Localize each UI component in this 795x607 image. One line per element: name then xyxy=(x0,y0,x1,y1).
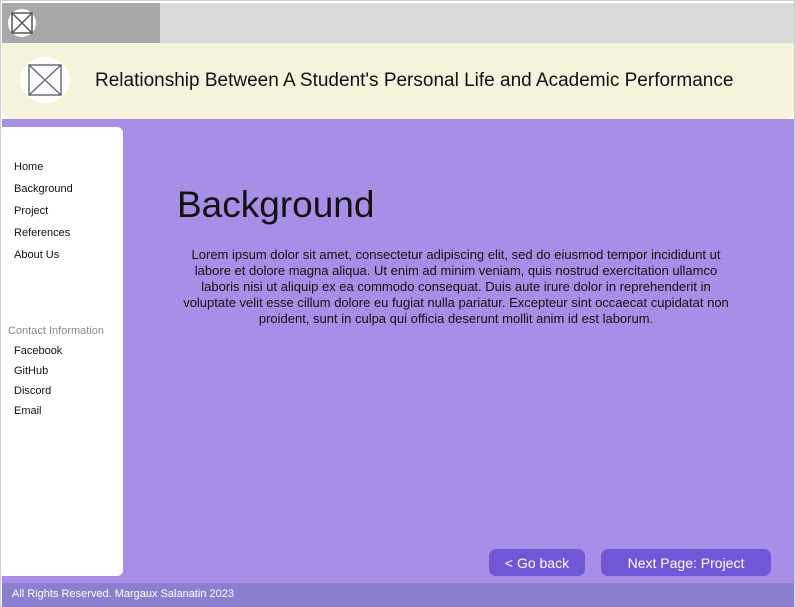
contact-item-email[interactable]: Email xyxy=(14,405,42,417)
body-text: Lorem ipsum dolor sit amet, consectetur … xyxy=(183,247,729,326)
page-title: Background xyxy=(177,184,375,225)
contact-item-github[interactable]: GitHub xyxy=(14,365,48,377)
footer: All Rights Reserved. Margaux Salanatin 2… xyxy=(2,583,794,607)
contact-item-facebook[interactable]: Facebook xyxy=(14,345,62,357)
nav-item-home[interactable]: Home xyxy=(14,161,43,173)
footer-text: All Rights Reserved. Margaux Salanatin 2… xyxy=(12,588,234,600)
site-header: Relationship Between A Student's Persona… xyxy=(2,43,794,119)
site-title: Relationship Between A Student's Persona… xyxy=(95,70,734,91)
nav-item-references[interactable]: References xyxy=(14,227,70,239)
page-frame: Relationship Between A Student's Persona… xyxy=(0,0,795,607)
nav-item-background[interactable]: Background xyxy=(14,183,73,195)
next-page-button[interactable]: Next Page: Project xyxy=(601,549,771,576)
contact-item-discord[interactable]: Discord xyxy=(14,385,51,397)
sidebar: Home Background Project References About… xyxy=(2,127,123,576)
image-placeholder-icon xyxy=(8,9,36,37)
image-placeholder-icon xyxy=(20,57,70,103)
top-bar-tab[interactable] xyxy=(2,3,160,43)
top-bar xyxy=(2,3,794,43)
go-back-button[interactable]: < Go back xyxy=(489,549,585,576)
contact-heading: Contact Information xyxy=(8,325,104,337)
nav-item-project[interactable]: Project xyxy=(14,205,48,217)
nav-item-about-us[interactable]: About Us xyxy=(14,249,59,261)
